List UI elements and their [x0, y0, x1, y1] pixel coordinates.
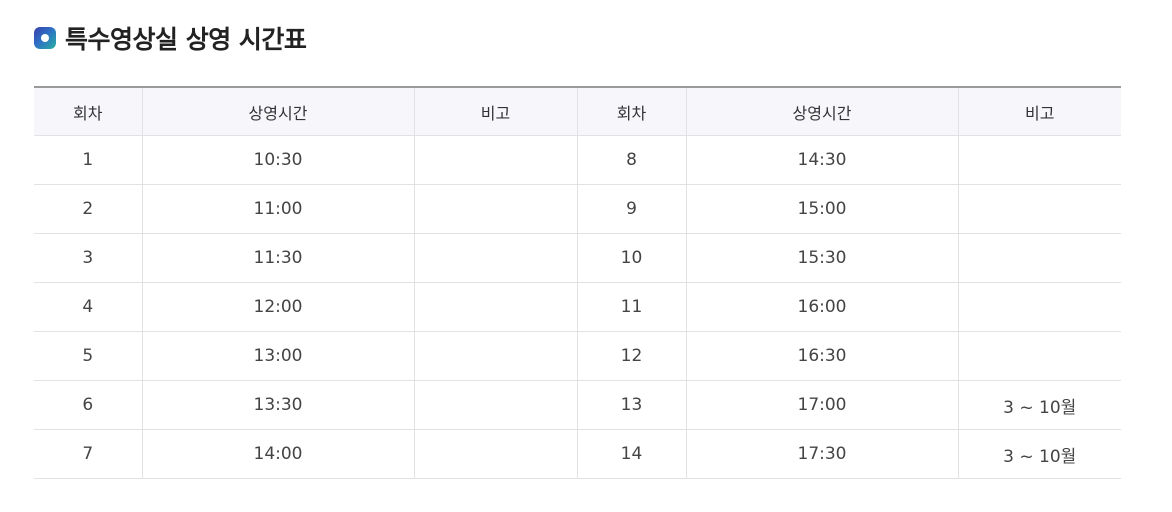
session-cell: 2 [34, 184, 143, 234]
title-row: 특수영상실 상영 시간표 [34, 18, 307, 58]
note-cell [958, 233, 1121, 283]
showtime-cell: 11:00 [142, 184, 415, 234]
showtime-cell: 16:30 [686, 331, 959, 381]
session-cell: 13 [577, 380, 687, 430]
note-cell [414, 184, 578, 234]
showtime-cell: 17:00 [686, 380, 959, 430]
page: 특수영상실 상영 시간표 회차 상영시간 비고 회차 상영시간 비고 1 10:… [0, 0, 1172, 512]
session-cell: 7 [34, 429, 143, 479]
note-cell: 3 ~ 10월 [958, 429, 1121, 479]
header-note-left: 비고 [414, 87, 578, 136]
table-row: 6 13:30 13 17:00 3 ~ 10월 [34, 380, 1121, 430]
note-cell [958, 184, 1121, 234]
note-cell [958, 282, 1121, 332]
table-header-row: 회차 상영시간 비고 회차 상영시간 비고 [34, 87, 1121, 136]
table-row: 2 11:00 9 15:00 [34, 184, 1121, 234]
header-note-right: 비고 [958, 87, 1121, 136]
schedule-table: 회차 상영시간 비고 회차 상영시간 비고 1 10:30 8 14:30 2 … [34, 86, 1121, 479]
showtime-cell: 14:30 [686, 135, 959, 185]
session-cell: 12 [577, 331, 687, 381]
showtime-cell: 11:30 [142, 233, 415, 283]
session-cell: 8 [577, 135, 687, 185]
showtime-cell: 16:00 [686, 282, 959, 332]
note-cell [414, 282, 578, 332]
header-showtime-right: 상영시간 [686, 87, 959, 136]
showtime-cell: 15:00 [686, 184, 959, 234]
note-cell [414, 331, 578, 381]
table-row: 4 12:00 11 16:00 [34, 282, 1121, 332]
showtime-cell: 10:30 [142, 135, 415, 185]
note-cell [414, 233, 578, 283]
table-row: 1 10:30 8 14:30 [34, 135, 1121, 185]
session-cell: 9 [577, 184, 687, 234]
session-cell: 5 [34, 331, 143, 381]
note-cell [414, 135, 578, 185]
showtime-cell: 15:30 [686, 233, 959, 283]
session-cell: 10 [577, 233, 687, 283]
table-row: 5 13:00 12 16:30 [34, 331, 1121, 381]
session-cell: 4 [34, 282, 143, 332]
showtime-cell: 12:00 [142, 282, 415, 332]
session-cell: 11 [577, 282, 687, 332]
title-bullet-icon [34, 27, 56, 49]
session-cell: 3 [34, 233, 143, 283]
note-cell: 3 ~ 10월 [958, 380, 1121, 430]
note-cell [958, 135, 1121, 185]
page-title: 특수영상실 상영 시간표 [65, 25, 307, 54]
header-session-left: 회차 [34, 87, 143, 136]
table-row: 3 11:30 10 15:30 [34, 233, 1121, 283]
session-cell: 1 [34, 135, 143, 185]
showtime-cell: 13:30 [142, 380, 415, 430]
session-cell: 6 [34, 380, 143, 430]
note-cell [958, 331, 1121, 381]
table-row: 7 14:00 14 17:30 3 ~ 10월 [34, 429, 1121, 479]
session-cell: 14 [577, 429, 687, 479]
note-cell [414, 380, 578, 430]
header-showtime-left: 상영시간 [142, 87, 415, 136]
showtime-cell: 14:00 [142, 429, 415, 479]
showtime-cell: 13:00 [142, 331, 415, 381]
header-session-right: 회차 [577, 87, 687, 136]
showtime-cell: 17:30 [686, 429, 959, 479]
note-cell [414, 429, 578, 479]
